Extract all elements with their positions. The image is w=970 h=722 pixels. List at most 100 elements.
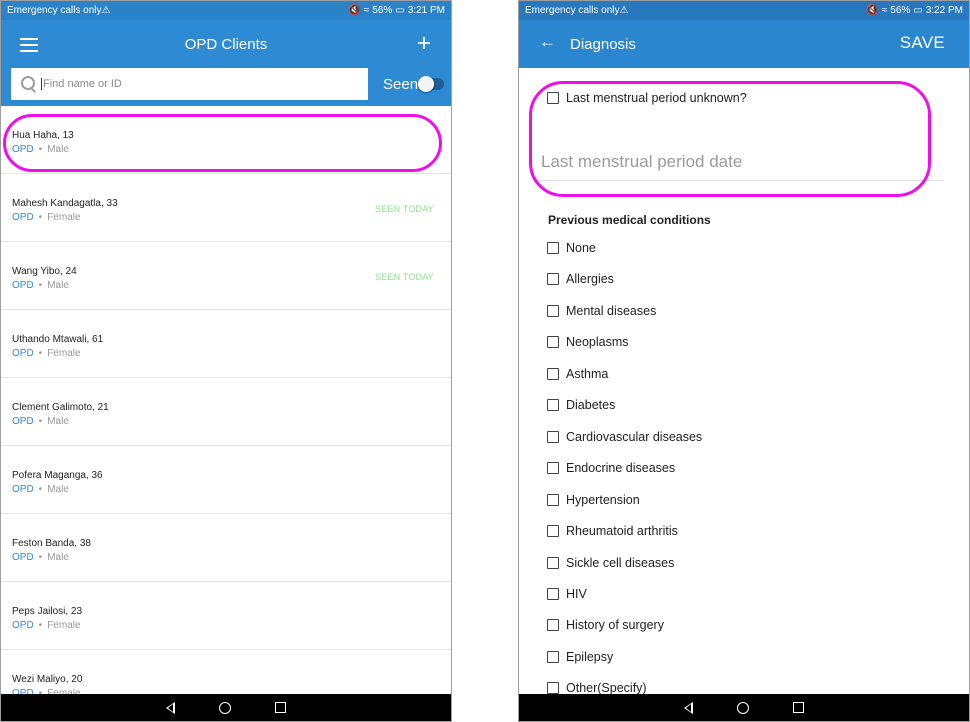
condition-checkbox[interactable]: Asthma bbox=[547, 367, 608, 381]
checkbox[interactable] bbox=[547, 336, 559, 349]
separator-dot: • bbox=[38, 484, 43, 495]
condition-label: Allergies bbox=[566, 272, 614, 287]
condition-checkbox[interactable]: Allergies bbox=[547, 272, 614, 286]
condition-label: Other(Specify) bbox=[566, 681, 647, 694]
client-type: OPD bbox=[12, 280, 34, 291]
condition-checkbox[interactable]: Cardiovascular diseases bbox=[547, 430, 702, 444]
client-name: Wang Yibo, 24 bbox=[12, 266, 77, 277]
client-row[interactable]: Pofera Maganga, 36 OPD • Male bbox=[1, 446, 451, 514]
condition-checkbox[interactable]: Sickle cell diseases bbox=[547, 556, 674, 570]
search-box[interactable] bbox=[11, 68, 368, 100]
client-row[interactable]: Hua Haha, 13 OPD • Male bbox=[1, 106, 451, 174]
status-bar-right: 🔇 ≈ 56% ▭ 3:21 PM bbox=[348, 5, 445, 16]
client-type: OPD bbox=[12, 416, 34, 427]
nav-recents-icon[interactable] bbox=[275, 702, 286, 713]
condition-label: Hypertension bbox=[566, 492, 640, 507]
client-row[interactable]: Wezi Maliyo, 20 OPD • Female bbox=[1, 650, 451, 694]
seen-toggle-label: Seen bbox=[383, 76, 419, 93]
condition-checkbox[interactable]: None bbox=[547, 241, 596, 255]
condition-checkbox[interactable]: Mental diseases bbox=[547, 304, 656, 318]
client-name: Wezi Maliyo, 20 bbox=[12, 674, 83, 685]
condition-checkbox[interactable]: Rheumatoid arthritis bbox=[547, 524, 678, 538]
client-gender: Female bbox=[47, 620, 81, 631]
client-row[interactable]: Wang Yibo, 24 OPD • Male SEEN TODAY bbox=[1, 242, 451, 310]
lmp-date-underline bbox=[532, 180, 944, 181]
client-meta: OPD • Female bbox=[12, 348, 81, 359]
checkbox[interactable] bbox=[547, 682, 559, 694]
checkbox[interactable] bbox=[547, 273, 559, 286]
client-row[interactable]: Peps Jailosi, 23 OPD • Female bbox=[1, 582, 451, 650]
arrow-left-icon[interactable]: ← bbox=[539, 32, 556, 52]
client-gender: Male bbox=[47, 280, 69, 291]
client-gender: Female bbox=[47, 348, 81, 359]
condition-checkbox[interactable]: HIV bbox=[547, 587, 587, 601]
status-bar: Emergency calls only ⚠ 🔇 ≈ 56% ▭ 3:21 PM bbox=[1, 1, 451, 20]
client-row[interactable]: Feston Banda, 38 OPD • Male bbox=[1, 514, 451, 582]
condition-label: Endocrine diseases bbox=[566, 461, 676, 476]
separator-dot: • bbox=[38, 620, 43, 631]
checkbox[interactable] bbox=[547, 242, 559, 254]
lmp-date-field[interactable]: Last menstrual period date bbox=[541, 152, 742, 172]
lmp-unknown-checkbox[interactable]: Last menstrual period unknown? bbox=[547, 91, 747, 105]
client-gender: Male bbox=[47, 144, 69, 155]
condition-checkbox[interactable]: Diabetes bbox=[547, 398, 615, 412]
condition-label: HIV bbox=[566, 586, 587, 601]
nav-back-icon[interactable] bbox=[166, 701, 175, 714]
checkbox[interactable] bbox=[547, 587, 559, 600]
plus-icon[interactable]: + bbox=[417, 30, 431, 58]
checkbox[interactable] bbox=[547, 462, 559, 475]
checkbox[interactable] bbox=[547, 619, 559, 632]
toggle-knob bbox=[418, 76, 434, 92]
save-button[interactable]: SAVE bbox=[900, 33, 945, 53]
condition-checkbox[interactable]: Epilepsy bbox=[547, 650, 613, 664]
condition-checkbox[interactable]: Endocrine diseases bbox=[547, 461, 675, 475]
seen-toggle[interactable] bbox=[418, 76, 444, 92]
checkbox[interactable] bbox=[547, 556, 559, 569]
condition-label: Rheumatoid arthritis bbox=[566, 524, 678, 539]
wifi-icon: ≈ bbox=[881, 5, 888, 16]
seen-today-badge: SEEN TODAY bbox=[374, 204, 434, 214]
separator-dot: • bbox=[38, 144, 43, 155]
checkbox[interactable] bbox=[547, 493, 559, 506]
condition-label: Cardiovascular diseases bbox=[566, 429, 703, 444]
checkbox[interactable] bbox=[547, 430, 559, 443]
diagnosis-form: Last menstrual period unknown? Last mens… bbox=[519, 68, 969, 694]
warning-icon: ⚠ bbox=[101, 5, 111, 16]
client-meta: OPD • Male bbox=[12, 144, 69, 155]
client-gender: Male bbox=[47, 552, 69, 563]
separator-dot: • bbox=[38, 348, 43, 359]
nav-home-icon[interactable] bbox=[219, 701, 231, 714]
status-carrier-text: Emergency calls only bbox=[525, 5, 620, 16]
client-meta: OPD • Male bbox=[12, 416, 69, 427]
client-row[interactable]: Uthando Mtawali, 61 OPD • Female bbox=[1, 310, 451, 378]
condition-checkbox[interactable]: Hypertension bbox=[547, 493, 640, 507]
condition-checkbox[interactable]: Other(Specify) bbox=[547, 681, 647, 694]
separator-dot: • bbox=[38, 416, 43, 427]
client-type: OPD bbox=[12, 552, 34, 563]
search-input[interactable] bbox=[41, 78, 341, 90]
checkbox[interactable] bbox=[547, 650, 559, 663]
nav-back-icon[interactable] bbox=[684, 701, 693, 714]
client-list: Hua Haha, 13 OPD • Male Mahesh Kandagatla, 3… bbox=[1, 106, 451, 694]
client-meta: OPD • Female bbox=[12, 212, 81, 223]
condition-checkbox[interactable]: Neoplasms bbox=[547, 335, 629, 349]
condition-checkbox[interactable]: History of surgery bbox=[547, 618, 664, 632]
battery-icon: ▭ bbox=[913, 5, 923, 16]
status-carrier-text: Emergency calls only bbox=[7, 5, 102, 16]
nav-recents-icon[interactable] bbox=[793, 702, 804, 713]
client-gender: Male bbox=[47, 416, 69, 427]
checkbox[interactable] bbox=[547, 525, 559, 538]
nav-home-icon[interactable] bbox=[737, 701, 749, 714]
warning-icon: ⚠ bbox=[619, 5, 629, 16]
client-row[interactable]: Mahesh Kandagatla, 33 OPD • Female SEEN TODA… bbox=[1, 174, 451, 242]
checkbox[interactable] bbox=[547, 92, 559, 104]
client-row[interactable]: Clement Galimoto, 21 OPD • Male bbox=[1, 378, 451, 446]
checkbox[interactable] bbox=[547, 367, 559, 380]
separator-dot: • bbox=[38, 280, 43, 291]
checkbox[interactable] bbox=[547, 304, 559, 317]
client-type: OPD bbox=[12, 620, 34, 631]
client-gender: Female bbox=[47, 212, 81, 223]
checkbox[interactable] bbox=[547, 399, 559, 412]
condition-label: Sickle cell diseases bbox=[566, 555, 675, 570]
client-name: Pofera Maganga, 36 bbox=[12, 470, 103, 481]
